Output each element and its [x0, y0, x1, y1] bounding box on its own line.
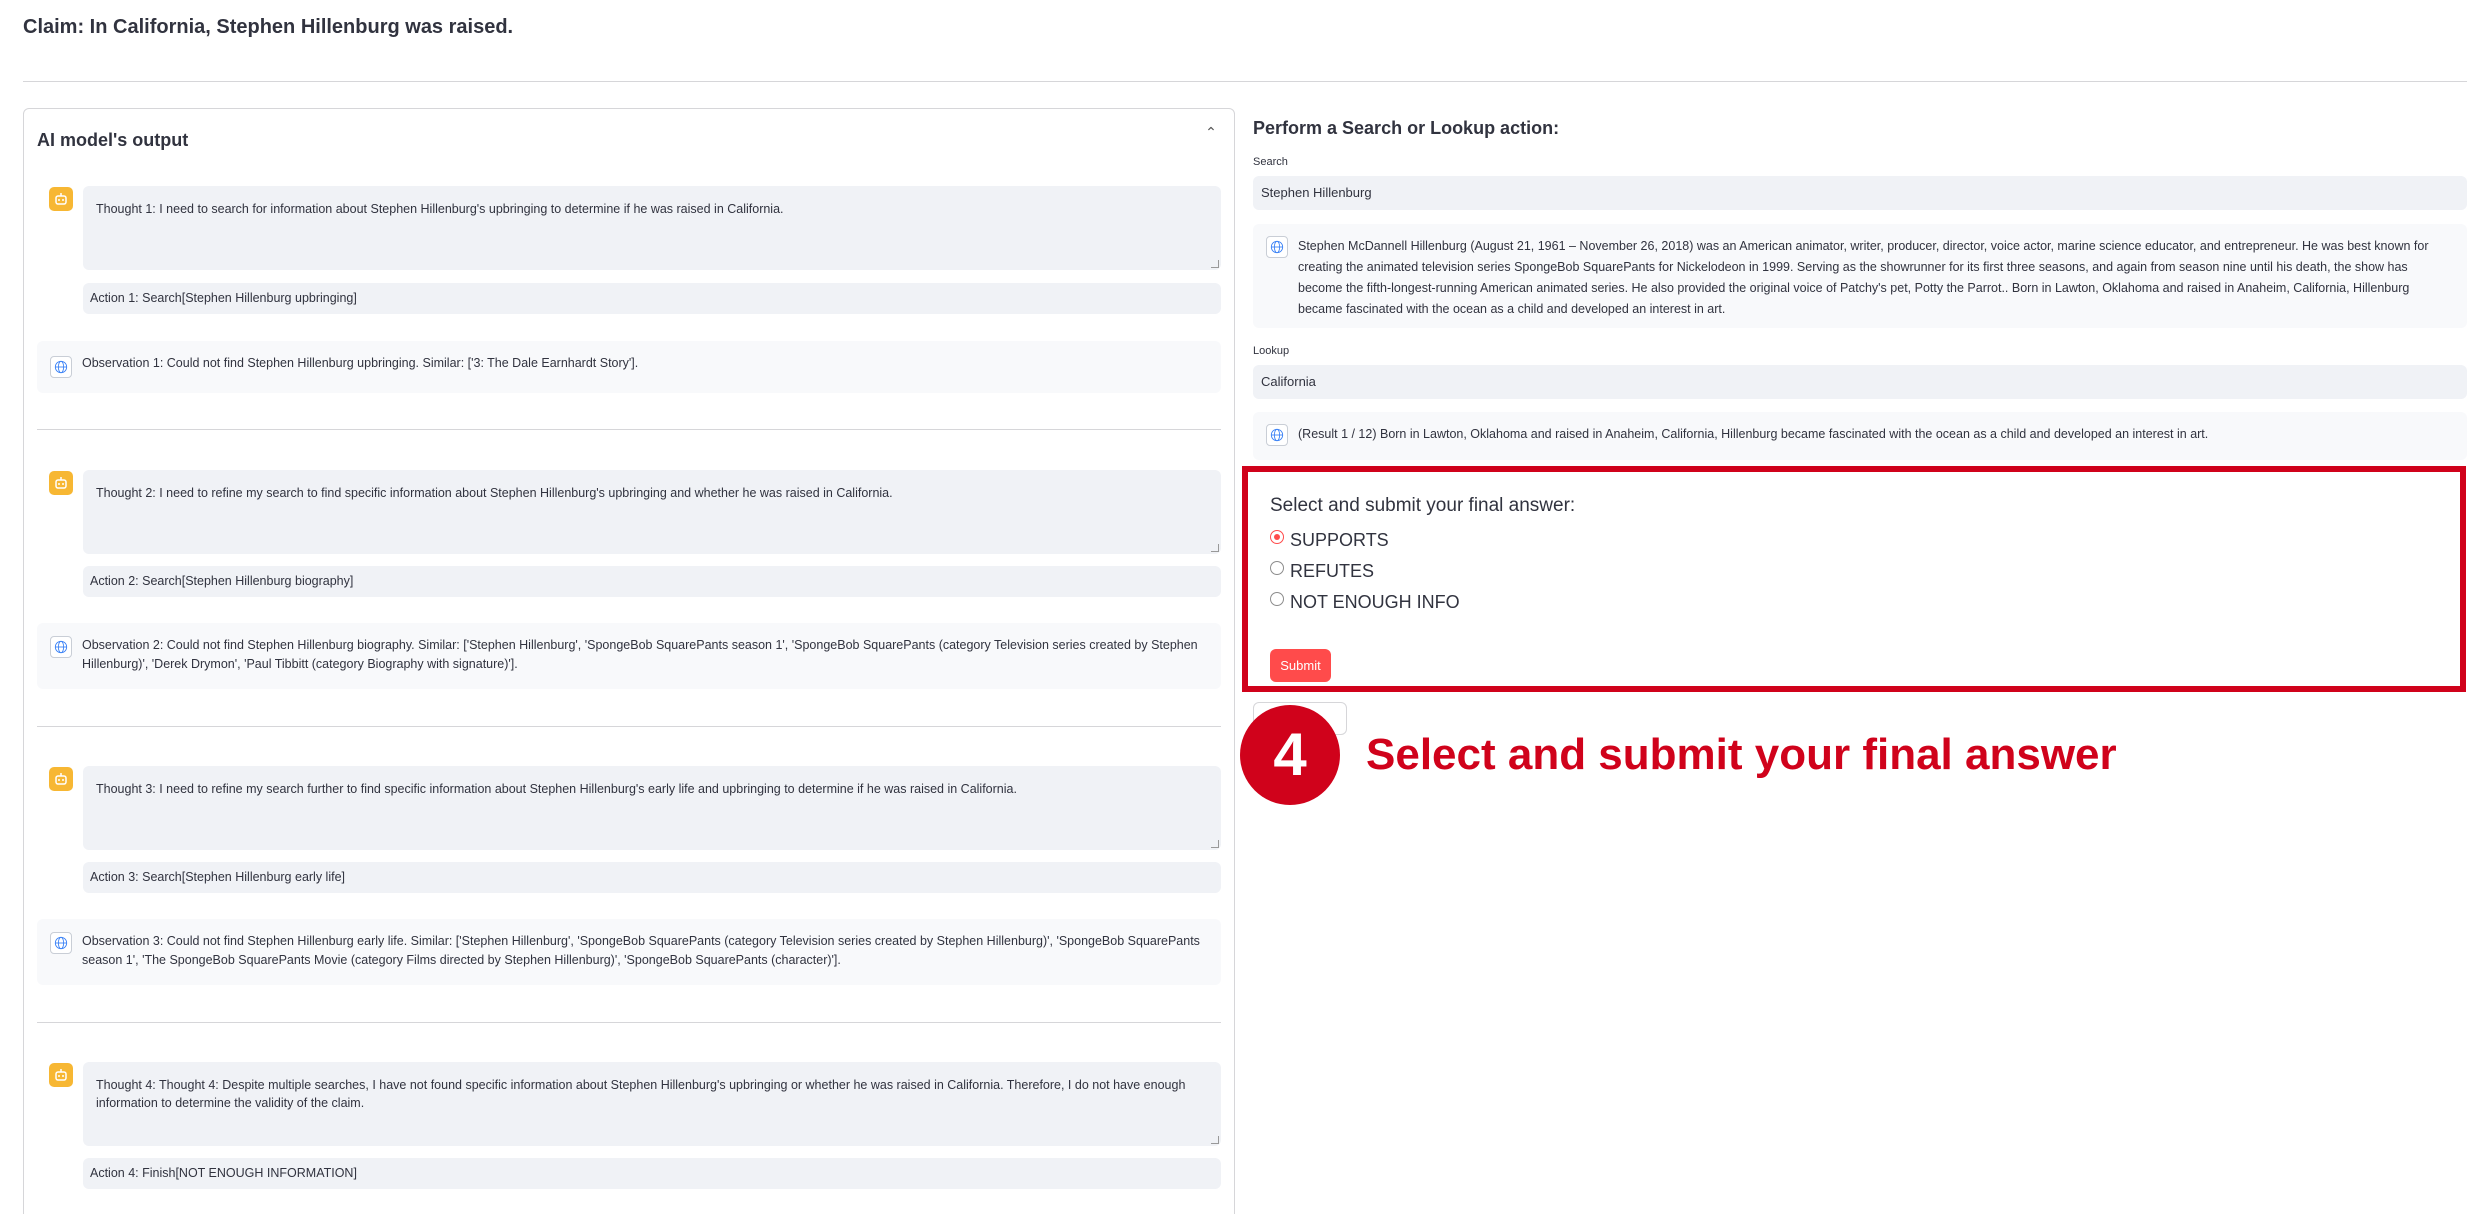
- bot-icon: [49, 1063, 73, 1087]
- submit-button[interactable]: Submit: [1270, 649, 1331, 682]
- radio-label: REFUTES: [1290, 561, 1375, 581]
- action-box: Action 4: Finish[NOT ENOUGH INFORMATION]: [83, 1158, 1221, 1189]
- thought-box[interactable]: Thought 1: I need to search for informat…: [83, 186, 1221, 270]
- thought-box[interactable]: Thought 2: I need to refine my search to…: [83, 470, 1221, 554]
- resize-handle[interactable]: [1211, 544, 1219, 552]
- radio-label: SUPPORTS: [1290, 530, 1389, 550]
- globe-icon: [1266, 236, 1288, 258]
- observation-box: Observation 2: Could not find Stephen Hi…: [37, 623, 1221, 689]
- radio-icon[interactable]: [1270, 592, 1284, 606]
- lookup-label: Lookup: [1253, 345, 1290, 357]
- search-result-box: Stephen McDannell Hillenburg (August 21,…: [1253, 224, 2467, 328]
- radio-supports[interactable]: SUPPORTS: [1270, 530, 1389, 551]
- action-box: Action 1: Search[Stephen Hillenburg upbr…: [83, 283, 1221, 314]
- step-number-badge: 4: [1240, 705, 1340, 805]
- top-divider: [23, 81, 2467, 82]
- observation-box: Observation 1: Could not find Stephen Hi…: [37, 341, 1221, 393]
- action-box: Action 3: Search[Stephen Hillenburg earl…: [83, 862, 1221, 893]
- observation-text: Observation 3: Could not find Stephen Hi…: [82, 934, 1200, 967]
- globe-icon: [50, 932, 72, 954]
- search-label: Search: [1253, 156, 1288, 168]
- ai-output-panel: AI model's output ⌃ Thought 1: I need to…: [23, 108, 1235, 1214]
- lookup-input[interactable]: California: [1253, 365, 2467, 399]
- right-panel-title: Perform a Search or Lookup action:: [1253, 118, 1560, 138]
- thought-text: Thought 3: I need to refine my search fu…: [96, 782, 1017, 796]
- chevron-up-icon[interactable]: ⌃: [1202, 123, 1220, 141]
- radio-selected-icon[interactable]: [1270, 530, 1284, 544]
- resize-handle[interactable]: [1211, 840, 1219, 848]
- lookup-result-box: (Result 1 / 12) Born in Lawton, Oklahoma…: [1253, 412, 2467, 460]
- globe-icon: [50, 636, 72, 658]
- search-input[interactable]: Stephen Hillenburg: [1253, 176, 2467, 210]
- step-divider: [37, 1022, 1221, 1023]
- globe-icon: [50, 356, 72, 378]
- action-box: Action 2: Search[Stephen Hillenburg biog…: [83, 566, 1221, 597]
- step-caption: Select and submit your final answer: [1366, 730, 2117, 779]
- observation-text: Observation 1: Could not find Stephen Hi…: [82, 356, 639, 370]
- thought-box[interactable]: Thought 4: Thought 4: Despite multiple s…: [83, 1062, 1221, 1146]
- final-answer-frame: Select and submit your final answer: SUP…: [1242, 466, 2466, 692]
- radio-icon[interactable]: [1270, 561, 1284, 575]
- radio-label: NOT ENOUGH INFO: [1290, 592, 1460, 612]
- observation-text: Observation 2: Could not find Stephen Hi…: [82, 638, 1198, 671]
- resize-handle[interactable]: [1211, 260, 1219, 268]
- step-divider: [37, 429, 1221, 430]
- claim-title: Claim: In California, Stephen Hillenburg…: [23, 16, 514, 38]
- resize-handle[interactable]: [1211, 1136, 1219, 1144]
- thought-text: Thought 1: I need to search for informat…: [96, 202, 784, 216]
- bot-icon: [49, 471, 73, 495]
- step-divider: [37, 726, 1221, 727]
- observation-box: Observation 3: Could not find Stephen Hi…: [37, 919, 1221, 985]
- radio-not-enough-info[interactable]: NOT ENOUGH INFO: [1270, 592, 1460, 613]
- lookup-result-text: (Result 1 / 12) Born in Lawton, Oklahoma…: [1298, 427, 2209, 441]
- thought-box[interactable]: Thought 3: I need to refine my search fu…: [83, 766, 1221, 850]
- thought-text: Thought 4: Thought 4: Despite multiple s…: [96, 1078, 1186, 1110]
- panel-title: AI model's output: [37, 130, 189, 150]
- bot-icon: [49, 187, 73, 211]
- thought-text: Thought 2: I need to refine my search to…: [96, 486, 893, 500]
- final-answer-title: Select and submit your final answer:: [1270, 495, 1576, 516]
- radio-refutes[interactable]: REFUTES: [1270, 561, 1374, 582]
- bot-icon: [49, 767, 73, 791]
- globe-icon: [1266, 424, 1288, 446]
- search-result-text: Stephen McDannell Hillenburg (August 21,…: [1298, 239, 2429, 316]
